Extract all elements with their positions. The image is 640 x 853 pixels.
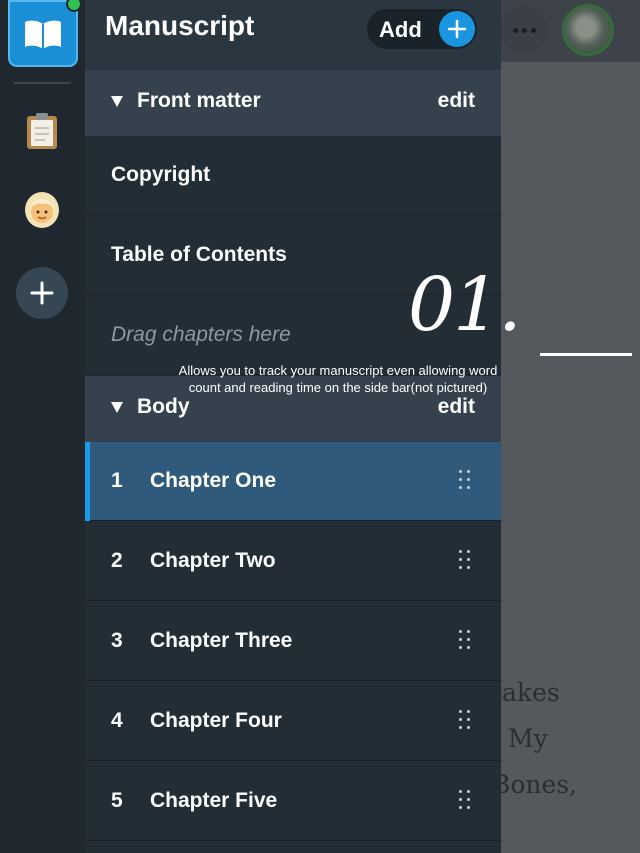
drag-handle-icon[interactable] [459, 630, 471, 652]
chapter-number: 5 [111, 789, 123, 812]
drag-handle-icon[interactable] [459, 710, 471, 732]
active-indicator [85, 442, 90, 521]
annotation-number: 01. [408, 262, 522, 348]
plus-icon [439, 11, 475, 47]
annotation-caption-line: Allows you to track your manuscript even… [178, 363, 498, 378]
manuscript-rail-button[interactable] [8, 0, 78, 67]
characters-rail-button[interactable] [18, 186, 66, 234]
add-icon [30, 281, 54, 305]
book-icon [25, 20, 61, 49]
section-label: Body [137, 395, 190, 418]
add-rail-button[interactable] [16, 267, 68, 319]
annotation-caption: Allows you to track your manuscript even… [160, 362, 516, 396]
collapse-triangle-icon[interactable] [111, 96, 123, 107]
manuscript-panel: Manuscript Add Front matter edit Copyrig… [85, 0, 501, 853]
chapter-title: Chapter One [150, 469, 277, 492]
chapter-number: 2 [111, 549, 123, 572]
front-matter-section-header[interactable]: Front matter edit [85, 70, 501, 136]
document-text-line: takes [492, 678, 560, 707]
chapter-row[interactable]: 5 Chapter Five [85, 762, 501, 841]
chapter-row[interactable]: 1 Chapter One [85, 442, 501, 521]
collapse-triangle-icon[interactable] [111, 402, 123, 413]
more-options-button[interactable] [500, 6, 548, 54]
drag-handle-icon[interactable] [459, 550, 471, 572]
rail-divider [14, 82, 71, 84]
annotation-rule [540, 353, 632, 356]
drag-handle-icon[interactable] [459, 790, 471, 812]
chapter-title: Chapter Two [150, 549, 276, 572]
edit-front-matter-button[interactable]: edit [438, 89, 475, 113]
chapter-title: Chapter Three [150, 629, 293, 652]
chapter-title: Chapter Five [150, 789, 278, 812]
edit-body-button[interactable]: edit [438, 395, 475, 419]
user-avatar[interactable] [562, 4, 614, 56]
person-icon [25, 192, 59, 228]
chapter-row[interactable]: 4 Chapter Four [85, 682, 501, 761]
chapter-row[interactable]: 2 Chapter Two [85, 522, 501, 601]
section-label: Front matter [137, 89, 261, 112]
add-button-label: Add [379, 17, 422, 42]
chapter-number: 1 [111, 469, 123, 492]
add-button[interactable]: Add [367, 9, 477, 49]
item-label: Table of Contents [111, 243, 287, 266]
document-text-line: Bones, [492, 770, 578, 799]
drop-zone-placeholder: Drag chapters here [111, 323, 291, 346]
chapter-number: 4 [111, 709, 123, 732]
annotation-caption-line: count and reading time on the side bar(n… [188, 380, 488, 395]
front-matter-item-copyright[interactable]: Copyright [85, 136, 501, 215]
chapter-number: 3 [111, 629, 123, 652]
app-sidebar-rail [0, 0, 85, 853]
chapter-row[interactable]: 3 Chapter Three [85, 602, 501, 681]
panel-header: Manuscript Add [85, 0, 501, 70]
status-dot [66, 0, 82, 12]
notes-rail-button[interactable] [18, 107, 66, 155]
document-text-line: My [508, 724, 548, 753]
item-label: Copyright [111, 163, 211, 186]
chapter-title: Chapter Four [150, 709, 282, 732]
clipboard-icon [27, 113, 57, 149]
drag-handle-icon[interactable] [459, 470, 471, 492]
panel-title: Manuscript [105, 10, 255, 41]
